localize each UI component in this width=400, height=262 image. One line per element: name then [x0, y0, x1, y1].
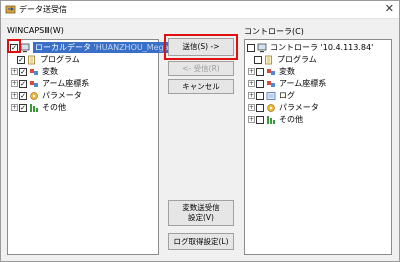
expand-toggle[interactable]: +: [11, 68, 18, 75]
tree-item-label: その他: [42, 103, 66, 112]
variable-settings-label-2: 設定(V): [188, 213, 214, 222]
arm-coordinate-icon: [267, 80, 275, 87]
other-icon: [30, 103, 38, 112]
other-checkbox[interactable]: ✓: [19, 103, 27, 112]
expand-toggle[interactable]: +: [248, 104, 255, 111]
tree-item-other[interactable]: + その他: [248, 114, 303, 125]
tree-item-arm-coordinates[interactable]: + アーム座標系: [248, 78, 326, 89]
tree-item-parameters[interactable]: + パラメータ: [248, 102, 319, 113]
cancel-button[interactable]: キャンセル: [168, 79, 234, 94]
tree-item-label: ログ: [279, 91, 295, 100]
variable-settings-label-1: 変数送受信: [182, 203, 220, 212]
expand-toggle[interactable]: +: [248, 68, 255, 75]
tree-item-label: コントローラ '10.4.113.84': [270, 43, 374, 52]
tree-item-local-data[interactable]: ✓ ローカルデータ 'HUANZHOU_Mega: [10, 42, 171, 53]
tree-item-variables[interactable]: + ✓ 変数: [11, 66, 58, 77]
parameter-icon: [267, 103, 275, 112]
wincaps-tree[interactable]: ✓ ローカルデータ 'HUANZHOU_Mega ✓ プログラム + ✓ 変数 …: [7, 39, 171, 255]
title-bar: データ送受信 ✕: [1, 1, 399, 19]
arm-coordinates-checkbox[interactable]: ✓: [19, 79, 27, 88]
tree-item-label: アーム座標系: [42, 79, 90, 88]
receive-button[interactable]: <- 受信(R): [168, 61, 234, 76]
controller-panel-label: コントローラ(C): [244, 27, 304, 36]
parameters-checkbox[interactable]: ✓: [19, 91, 27, 100]
log-settings-button[interactable]: ログ取得設定(L): [168, 233, 234, 250]
tree-item-label: アーム座標系: [279, 79, 327, 88]
transfer-app-icon: [5, 5, 16, 14]
other-checkbox[interactable]: [256, 115, 264, 124]
tree-item-label: パラメータ: [42, 91, 82, 100]
send-button-highlight: [164, 34, 238, 60]
tree-item-label: その他: [279, 115, 303, 124]
expand-toggle[interactable]: +: [11, 104, 18, 111]
program-checkbox[interactable]: ✓: [17, 55, 25, 64]
tree-item-label: ローカルデータ: [35, 43, 91, 52]
tree-item-extra: 'HUANZHOU_Mega: [93, 43, 169, 52]
expand-toggle[interactable]: +: [11, 92, 18, 99]
window-title: データ送受信: [19, 5, 67, 14]
data-transfer-dialog: データ送受信 ✕ WINCAPSⅢ(W) ✓ ローカルデータ 'HUANZHOU…: [0, 0, 400, 262]
tree-item-controller[interactable]: コントローラ '10.4.113.84': [247, 42, 373, 53]
tree-item-log[interactable]: + ログ: [248, 90, 295, 101]
variable-icon: [30, 68, 38, 75]
program-checkbox[interactable]: [254, 55, 262, 64]
variables-checkbox[interactable]: [256, 67, 264, 76]
parameters-checkbox[interactable]: [256, 103, 264, 112]
expand-toggle[interactable]: +: [11, 80, 18, 87]
tree-item-label: プログラム: [277, 55, 317, 64]
tree-item-parameters[interactable]: + ✓ パラメータ: [11, 90, 82, 101]
parameter-icon: [30, 91, 38, 100]
variables-checkbox[interactable]: ✓: [19, 67, 27, 76]
tree-item-program[interactable]: ✓ プログラム: [17, 54, 80, 65]
tree-item-label: 変数: [279, 67, 295, 76]
expand-toggle[interactable]: +: [248, 116, 255, 123]
tree-item-label: プログラム: [40, 55, 80, 64]
program-file-icon: [28, 55, 35, 64]
close-button[interactable]: ✕: [385, 2, 394, 16]
variable-icon: [267, 68, 275, 75]
tree-item-program[interactable]: プログラム: [254, 54, 317, 65]
controller-tree[interactable]: コントローラ '10.4.113.84' プログラム + 変数 + アーム座標系…: [244, 39, 392, 255]
tree-item-label: パラメータ: [279, 103, 319, 112]
wincaps-panel-label: WINCAPSⅢ(W): [7, 26, 64, 35]
expand-toggle[interactable]: +: [248, 80, 255, 87]
checkbox-highlight-box: [7, 39, 21, 53]
other-icon: [267, 115, 275, 124]
log-icon: [266, 91, 276, 100]
log-checkbox[interactable]: [256, 91, 264, 100]
program-file-icon: [265, 55, 272, 64]
variable-transfer-settings-button[interactable]: 変数送受信 設定(V): [168, 200, 234, 226]
tree-item-arm-coordinates[interactable]: + ✓ アーム座標系: [11, 78, 89, 89]
tree-item-variables[interactable]: + 変数: [248, 66, 295, 77]
tree-item-label: 変数: [42, 67, 58, 76]
tree-item-other[interactable]: + ✓ その他: [11, 102, 66, 113]
arm-coordinate-icon: [30, 80, 38, 87]
expand-toggle[interactable]: +: [248, 92, 255, 99]
arm-coordinates-checkbox[interactable]: [256, 79, 264, 88]
computer-icon: [20, 43, 30, 52]
computer-icon: [257, 43, 267, 52]
controller-checkbox[interactable]: [247, 43, 255, 52]
